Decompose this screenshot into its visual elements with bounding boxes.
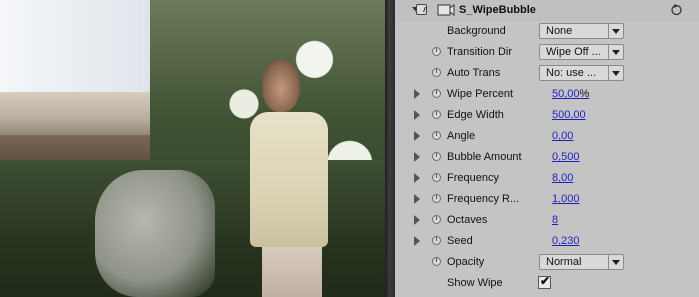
preview-person bbox=[250, 60, 340, 297]
chevron-down-icon bbox=[608, 45, 623, 59]
chevron-down-icon bbox=[608, 66, 623, 80]
show-wipe-checkbox[interactable]: ✔ bbox=[538, 274, 551, 289]
param-twirl[interactable] bbox=[414, 194, 420, 204]
param-twirl[interactable] bbox=[414, 131, 420, 141]
background-dropdown[interactable]: None bbox=[539, 23, 624, 39]
edge-width-value[interactable]: 500,00 bbox=[552, 109, 586, 121]
stopwatch-icon[interactable] bbox=[432, 110, 441, 119]
dropdown-value: Normal bbox=[546, 256, 582, 268]
param-row-opacity: Opacity Normal bbox=[395, 252, 699, 273]
param-twirl[interactable] bbox=[414, 173, 420, 183]
stopwatch-icon[interactable] bbox=[432, 257, 441, 266]
wipe-percent-value[interactable]: 50,00% bbox=[552, 88, 589, 100]
param-twirl[interactable] bbox=[414, 89, 420, 99]
dropdown-value: Wipe Off ... bbox=[546, 46, 601, 58]
octaves-value[interactable]: 8 bbox=[552, 214, 558, 226]
transition-dir-dropdown[interactable]: Wipe Off ... bbox=[539, 44, 624, 60]
param-row-frequency: Frequency 8,00 bbox=[395, 168, 699, 189]
frequency-r-value[interactable]: 1,000 bbox=[552, 193, 580, 205]
chevron-down-icon bbox=[608, 24, 623, 38]
param-label: Transition Dir bbox=[447, 46, 512, 58]
effect-header: S_WipeBubble bbox=[395, 0, 699, 21]
param-label: Angle bbox=[447, 130, 476, 142]
chevron-down-icon bbox=[608, 255, 623, 269]
param-label: Edge Width bbox=[447, 109, 504, 121]
stopwatch-icon[interactable] bbox=[432, 47, 441, 56]
fx-switch-icon[interactable] bbox=[416, 4, 427, 15]
param-row-show-wipe: Show Wipe ✔ bbox=[395, 273, 699, 294]
effect-title: S_WipeBubble bbox=[459, 4, 536, 16]
auto-trans-dropdown[interactable]: No: use ... bbox=[539, 65, 624, 81]
angle-value[interactable]: 0,00 bbox=[552, 130, 573, 142]
param-twirl[interactable] bbox=[414, 152, 420, 162]
checkmark-icon: ✔ bbox=[540, 274, 551, 288]
param-label: Frequency bbox=[447, 172, 499, 184]
seed-value[interactable]: 0,230 bbox=[552, 235, 580, 247]
dropdown-value: None bbox=[546, 25, 573, 37]
param-label: Opacity bbox=[447, 256, 485, 268]
stopwatch-icon[interactable] bbox=[432, 194, 441, 203]
param-row-transition-dir: Transition Dir Wipe Off ... bbox=[395, 42, 699, 63]
param-twirl[interactable] bbox=[414, 236, 420, 246]
bubble-amount-value[interactable]: 0,500 bbox=[552, 151, 580, 163]
param-row-auto-trans: Auto Trans No: use ... bbox=[395, 63, 699, 84]
stopwatch-icon[interactable] bbox=[432, 131, 441, 140]
param-row-octaves: Octaves 8 bbox=[395, 210, 699, 231]
dropdown-value: No: use ... bbox=[546, 67, 597, 79]
person-legs bbox=[262, 247, 322, 297]
stopwatch-icon[interactable] bbox=[432, 215, 441, 224]
wipe-bubble-region bbox=[95, 170, 215, 297]
param-row-background: Background None bbox=[395, 21, 699, 42]
stopwatch-icon[interactable] bbox=[432, 173, 441, 182]
param-label: Wipe Percent bbox=[447, 88, 514, 100]
param-row-wipe-percent: Wipe Percent 50,00% bbox=[395, 84, 699, 105]
param-label: Octaves bbox=[447, 214, 488, 226]
effect-film-icon bbox=[437, 4, 455, 16]
param-label: Background bbox=[447, 25, 506, 37]
param-row-seed: Seed 0,230 bbox=[395, 231, 699, 252]
reset-icon[interactable] bbox=[670, 3, 683, 16]
effect-controls-panel: S_WipeBubble Background None Transition … bbox=[395, 0, 699, 297]
stopwatch-icon[interactable] bbox=[432, 236, 441, 245]
person-torso bbox=[250, 112, 328, 247]
param-row-angle: Angle 0,00 bbox=[395, 126, 699, 147]
param-twirl[interactable] bbox=[414, 215, 420, 225]
param-label: Frequency R... bbox=[447, 193, 520, 205]
param-row-bubble-amount: Bubble Amount 0,500 bbox=[395, 147, 699, 168]
param-label: Seed bbox=[447, 235, 473, 247]
person-head bbox=[262, 60, 300, 112]
param-label: Bubble Amount bbox=[447, 151, 522, 163]
param-label: Auto Trans bbox=[447, 67, 501, 79]
param-row-frequency-r: Frequency R... 1,000 bbox=[395, 189, 699, 210]
param-label: Show Wipe bbox=[447, 277, 503, 289]
opacity-dropdown[interactable]: Normal bbox=[539, 254, 624, 270]
param-twirl[interactable] bbox=[414, 110, 420, 120]
stopwatch-icon[interactable] bbox=[432, 89, 441, 98]
frequency-value[interactable]: 8,00 bbox=[552, 172, 573, 184]
panel-divider[interactable] bbox=[385, 0, 395, 297]
param-row-edge-width: Edge Width 500,00 bbox=[395, 105, 699, 126]
unit-label: % bbox=[579, 88, 590, 100]
stopwatch-icon[interactable] bbox=[432, 68, 441, 77]
stopwatch-icon[interactable] bbox=[432, 152, 441, 161]
video-preview bbox=[0, 0, 385, 297]
